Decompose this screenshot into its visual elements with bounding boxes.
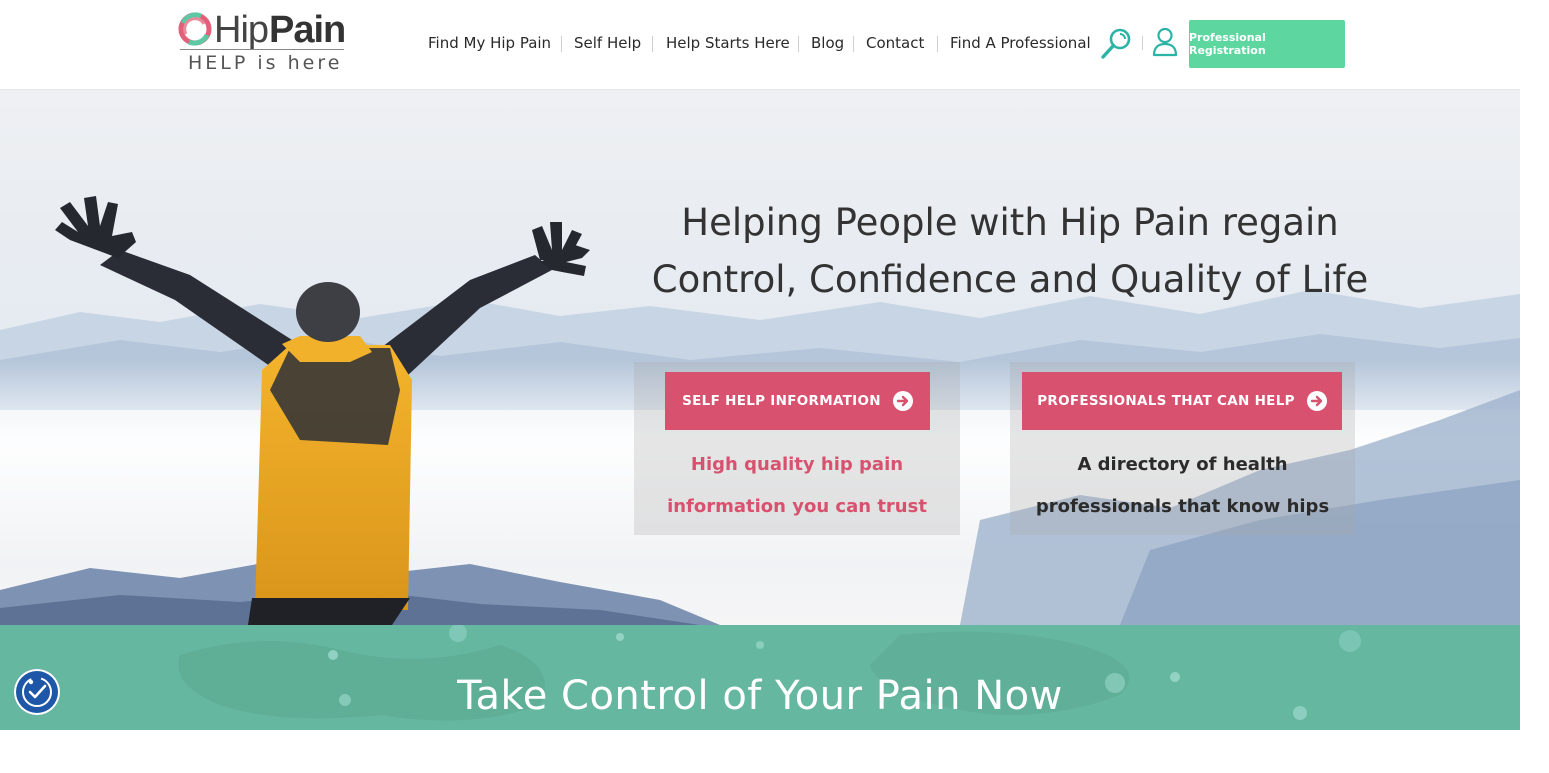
logo-text-hip: Hip — [214, 9, 269, 51]
nav-contact[interactable]: Contact — [866, 34, 924, 52]
accessibility-button[interactable] — [14, 669, 60, 715]
self-help-button-label: SELF HELP INFORMATION — [682, 393, 881, 409]
nav-find-my-hip-pain[interactable]: Find My Hip Pain — [428, 34, 551, 52]
nav-find-a-professional[interactable]: Find A Professional — [950, 34, 1091, 52]
user-icon[interactable] — [1152, 27, 1178, 57]
nav-blog[interactable]: Blog — [811, 34, 844, 52]
logo-mark-icon — [178, 12, 212, 46]
arrow-circle-right-icon — [892, 391, 913, 411]
professionals-that-can-help-button[interactable]: PROFESSIONALS THAT CAN HELP — [1022, 372, 1342, 430]
nav-self-help[interactable]: Self Help — [574, 34, 641, 52]
professionals-card: PROFESSIONALS THAT CAN HELP A directory … — [1010, 362, 1355, 535]
icon-divider — [1142, 36, 1143, 50]
self-help-description: High quality hip pain information you ca… — [634, 444, 960, 528]
band-title: Take Control of Your Pain Now — [457, 673, 1063, 719]
logo-divider — [180, 49, 344, 50]
self-help-information-button[interactable]: SELF HELP INFORMATION — [665, 372, 930, 430]
professionals-description-line-1: A directory of health — [1077, 454, 1288, 475]
logo-tagline: HELP is here — [188, 52, 343, 74]
self-help-description-line-2: information you can trust — [667, 496, 927, 517]
nav-divider — [561, 36, 562, 52]
site-header: Hip Pain HELP is here Find My Hip Pain S… — [0, 0, 1520, 90]
self-help-description-line-1: High quality hip pain — [690, 454, 904, 475]
hero-title-line-1: Helping People with Hip Pain regain — [681, 201, 1339, 244]
nav-help-starts-here[interactable]: Help Starts Here — [666, 34, 790, 52]
professionals-description-line-2: professionals that know hips — [1035, 496, 1330, 517]
hero-section: Helping People with Hip Pain regain Cont… — [0, 90, 1520, 625]
accessibility-icon — [22, 677, 52, 707]
nav-divider — [853, 36, 854, 52]
nav-divider — [937, 36, 938, 52]
hero-background-image — [0, 90, 1520, 625]
search-icon[interactable] — [1099, 27, 1133, 61]
hero-title-line-2: Control, Confidence and Quality of Life — [651, 258, 1369, 301]
self-help-card: SELF HELP INFORMATION High quality hip p… — [634, 362, 960, 535]
professionals-button-label: PROFESSIONALS THAT CAN HELP — [1037, 393, 1295, 409]
arrow-circle-right-icon — [1306, 391, 1327, 411]
page: Hip Pain HELP is here Find My Hip Pain S… — [0, 0, 1520, 730]
logo-text-pain: Pain — [269, 9, 346, 51]
site-logo[interactable]: Hip Pain HELP is here — [178, 9, 348, 76]
nav-divider — [652, 36, 653, 52]
professionals-description: A directory of health professionals that… — [1010, 444, 1355, 528]
take-control-band: Take Control of Your Pain Now — [0, 625, 1520, 730]
nav-divider — [798, 36, 799, 52]
hero-title: Helping People with Hip Pain regain Cont… — [640, 194, 1380, 308]
professional-registration-button[interactable]: Professional Registration — [1189, 20, 1345, 68]
